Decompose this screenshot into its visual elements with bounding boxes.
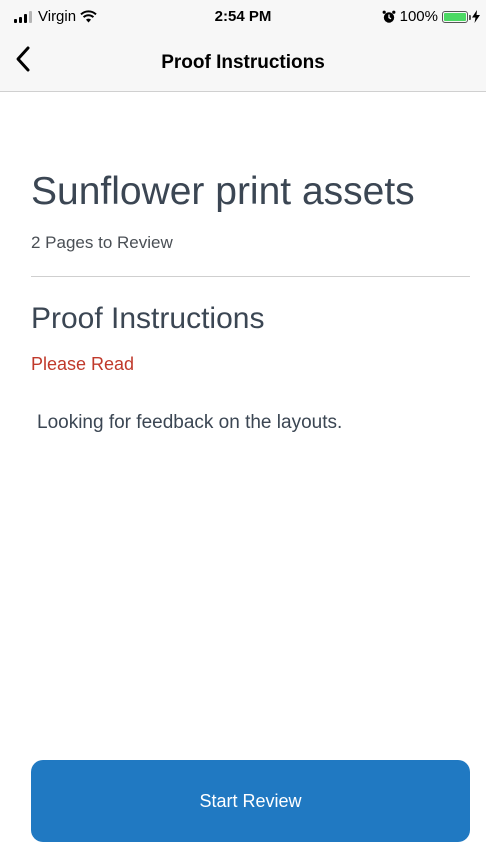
instructions-heading: Proof Instructions (31, 302, 265, 335)
battery-level-fill (444, 12, 466, 21)
pages-to-review-count: 2 Pages to Review (31, 233, 173, 252)
please-read-notice: Please Read (31, 354, 135, 374)
divider (31, 276, 470, 277)
battery-icon (442, 10, 471, 23)
charging-icon (472, 10, 480, 23)
instructions-text: Looking for feedback on the layouts. (37, 412, 343, 433)
status-right: 100% (382, 8, 480, 25)
navigation-bar: Proof Instructions (0, 34, 486, 92)
status-bar: Virgin 2:54 PM 100% (0, 0, 486, 34)
start-review-button[interactable]: Start Review (31, 760, 470, 842)
alarm-icon (382, 10, 396, 23)
nav-title: Proof Instructions (161, 52, 325, 73)
proof-title: Sunflower print assets (31, 170, 415, 213)
proof-instructions-screen: Virgin 2:54 PM 100% Proof Instructions S… (0, 0, 486, 862)
battery-percent: 100% (399, 8, 438, 25)
